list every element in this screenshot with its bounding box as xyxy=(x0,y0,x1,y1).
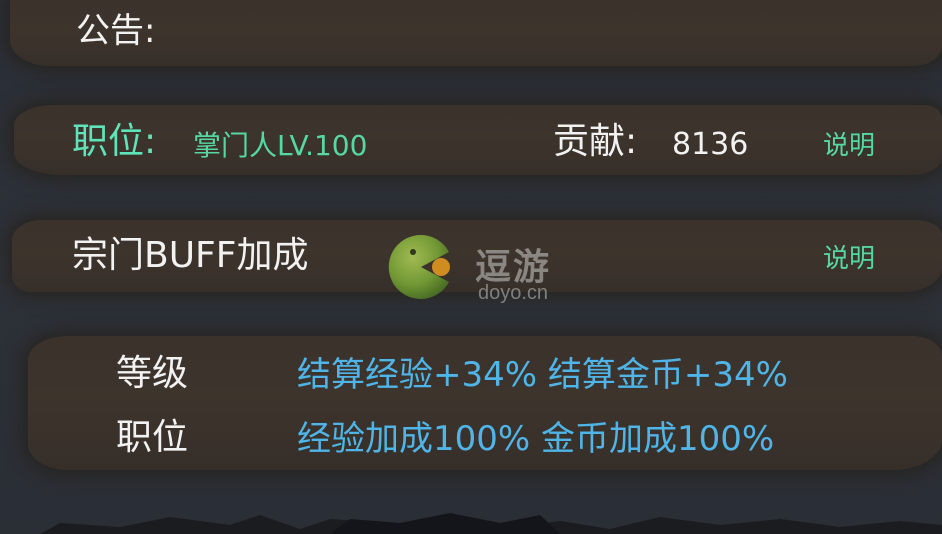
buff-row-role-label: 职位 xyxy=(116,417,189,458)
buff-explain-button[interactable]: 说明 xyxy=(823,246,875,272)
role-value: 掌门人LV.100 xyxy=(193,129,368,162)
pacman-logo-icon xyxy=(388,235,450,299)
buff-row-level-value: 结算经验+34% 结算金币+34% xyxy=(297,355,788,395)
ink-brush-bottom xyxy=(40,513,942,534)
contribution-value: 8136 xyxy=(672,127,749,162)
role-label: 职位: xyxy=(72,121,157,162)
buff-row-role-value: 经验加成100% 金币加成100% xyxy=(297,419,775,459)
contribution-label: 贡献: xyxy=(553,121,638,162)
notice-label: 公告: xyxy=(76,11,156,51)
contribution-explain-button[interactable]: 说明 xyxy=(823,133,875,159)
sect-info-panel: 公告: 职位: 掌门人LV.100 贡献: 8136 说明 宗门BUFF加成 说… xyxy=(0,0,942,534)
buff-row-level-label: 等级 xyxy=(116,353,189,394)
buff-title: 宗门BUFF加成 xyxy=(72,235,309,276)
watermark-domain: doyo.cn xyxy=(478,282,549,304)
